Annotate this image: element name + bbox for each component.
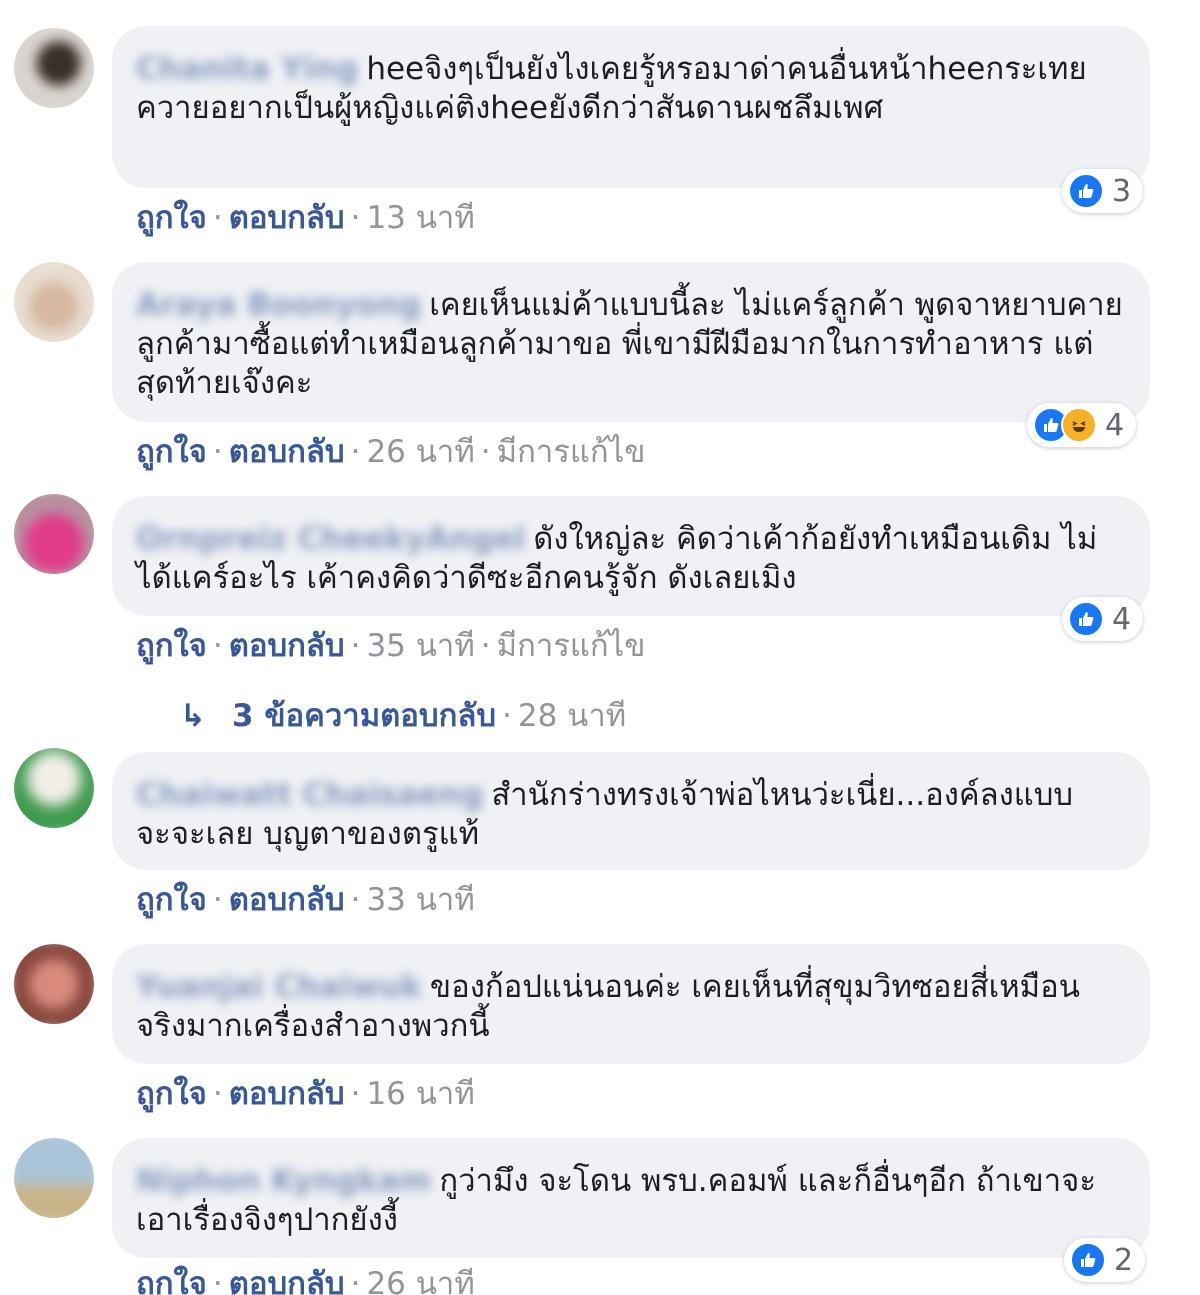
separator-dot: · xyxy=(212,434,223,470)
comment-bubble: Niphon Kyngkam กูว่ามึง จะโดน พรบ.คอมพ์ แ… xyxy=(112,1138,1150,1258)
reaction-summary[interactable]: 4 xyxy=(1062,597,1144,641)
reaction-summary[interactable]: 4 xyxy=(1027,403,1137,447)
comment-bubble: Yuanjai Chaiwuk ของก้อปแน่นอนค่ะ เคยเห็นท… xyxy=(112,944,1150,1064)
reply-arrow-icon: ↳ xyxy=(180,698,206,734)
separator-dot: · xyxy=(350,200,361,236)
reply-link[interactable]: ตอบกลับ xyxy=(229,628,345,664)
reaction-summary[interactable]: 3 xyxy=(1062,169,1144,213)
timestamp[interactable]: 26 นาที xyxy=(366,1266,474,1295)
separator-dot: · xyxy=(212,628,223,664)
separator-dot: · xyxy=(212,1076,223,1112)
reply-link[interactable]: ตอบกลับ xyxy=(229,200,345,236)
timestamp[interactable]: 26 นาที xyxy=(366,434,474,470)
comment-actions: ถูกใจ · ตอบกลับ · 16 นาที xyxy=(136,1068,475,1118)
comment-bubble: Araya Boonyong เคยเห็นแม่ค้าแบบนี้ละ ไม่แ… xyxy=(112,262,1150,422)
view-replies[interactable]: ↳ 3 ข้อความตอบกลับ · 28 นาที xyxy=(180,690,626,740)
separator-dot: · xyxy=(350,882,361,918)
reaction-count: 4 xyxy=(1112,601,1132,637)
haha-icon xyxy=(1061,407,1097,443)
avatar[interactable] xyxy=(14,944,94,1024)
separator-dot: · xyxy=(480,434,491,470)
comment-author[interactable]: Araya Boonyong xyxy=(136,287,421,323)
comment-actions: ถูกใจ · ตอบกลับ · 26 นาที · มีการแก้ไข xyxy=(136,426,645,476)
replies-timestamp[interactable]: 28 นาที xyxy=(518,698,626,734)
timestamp[interactable]: 13 นาที xyxy=(366,200,474,236)
edited-label[interactable]: มีการแก้ไข xyxy=(497,628,646,664)
like-link[interactable]: ถูกใจ xyxy=(136,628,207,664)
comment-author[interactable]: Chanita Ying xyxy=(136,51,358,87)
reaction-summary[interactable]: 2 xyxy=(1064,1238,1146,1282)
comment-actions: ถูกใจ · ตอบกลับ · 13 นาที xyxy=(136,192,475,242)
comment-actions: ถูกใจ · ตอบกลับ · 35 นาที · มีการแก้ไข xyxy=(136,620,645,670)
separator-dot: · xyxy=(480,628,491,664)
comment-feed: Chanita Ying heeจิงๆเป็นยังไงเคยรู้หรอมาด… xyxy=(0,0,1200,1295)
comment-author[interactable]: Niphon Kyngkam xyxy=(136,1163,431,1199)
separator-dot: · xyxy=(350,434,361,470)
separator-dot: · xyxy=(212,200,223,236)
separator-dot: · xyxy=(502,698,512,734)
comment-actions: ถูกใจ · ตอบกลับ · 33 นาที xyxy=(136,874,475,924)
timestamp[interactable]: 35 นาที xyxy=(366,628,474,664)
reaction-count: 2 xyxy=(1114,1242,1134,1278)
like-icon xyxy=(1070,1242,1106,1278)
reply-link[interactable]: ตอบกลับ xyxy=(229,882,345,918)
like-link[interactable]: ถูกใจ xyxy=(136,200,207,236)
comment-bubble: Chanita Ying heeจิงๆเป็นยังไงเคยรู้หรอมาด… xyxy=(112,26,1150,188)
separator-dot: · xyxy=(350,1266,361,1295)
timestamp[interactable]: 33 นาที xyxy=(366,882,474,918)
like-link[interactable]: ถูกใจ xyxy=(136,1266,207,1295)
avatar[interactable] xyxy=(14,748,94,828)
timestamp[interactable]: 16 นาที xyxy=(366,1076,474,1112)
like-link[interactable]: ถูกใจ xyxy=(136,882,207,918)
like-link[interactable]: ถูกใจ xyxy=(136,434,207,470)
comment-author[interactable]: Chaiwatt Chaisaeng xyxy=(136,777,483,813)
avatar[interactable] xyxy=(14,28,94,108)
comment-author[interactable]: Ornpreiz CheekyAngel xyxy=(136,521,525,557)
separator-dot: · xyxy=(212,1266,223,1295)
edited-label[interactable]: มีการแก้ไข xyxy=(497,434,646,470)
reply-link[interactable]: ตอบกลับ xyxy=(229,1266,345,1295)
reply-link[interactable]: ตอบกลับ xyxy=(229,434,345,470)
like-link[interactable]: ถูกใจ xyxy=(136,1076,207,1112)
separator-dot: · xyxy=(350,1076,361,1112)
like-icon xyxy=(1068,601,1104,637)
like-icon xyxy=(1068,173,1104,209)
avatar[interactable] xyxy=(14,1138,94,1218)
comment-author[interactable]: Yuanjai Chaiwuk xyxy=(136,969,422,1005)
comment-actions: ถูกใจ · ตอบกลับ · 26 นาที xyxy=(136,1258,475,1295)
reaction-count: 4 xyxy=(1105,407,1125,443)
avatar[interactable] xyxy=(14,494,94,574)
comment-bubble: Ornpreiz CheekyAngel ดังใหญ่ละ คิดว่าเค้า… xyxy=(112,496,1150,616)
replies-count-link[interactable]: 3 ข้อความตอบกลับ xyxy=(232,698,496,734)
separator-dot: · xyxy=(350,628,361,664)
reply-link[interactable]: ตอบกลับ xyxy=(229,1076,345,1112)
separator-dot: · xyxy=(212,882,223,918)
avatar[interactable] xyxy=(14,262,94,342)
reaction-count: 3 xyxy=(1112,173,1132,209)
comment-bubble: Chaiwatt Chaisaeng สำนักร่างทรงเจ้าพ่อไหน… xyxy=(112,752,1150,870)
